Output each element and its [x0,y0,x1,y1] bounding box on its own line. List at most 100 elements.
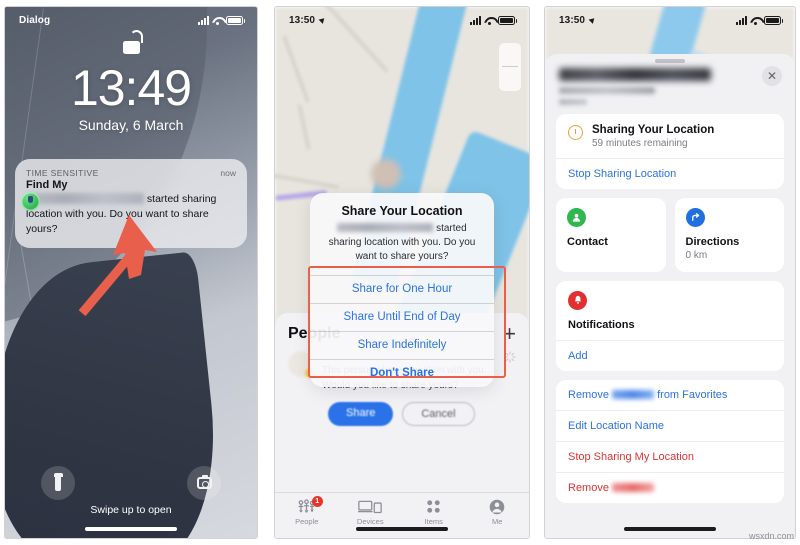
status-time: 13:50 [289,14,316,26]
carrier-label: Dialog [19,14,51,26]
camera-button[interactable] [187,466,221,500]
tab-bar: 1 People Devices Items Me [275,492,529,538]
battery-icon [764,15,783,25]
tab-me[interactable]: Me [466,498,530,526]
notifications-card: Notifications Add [556,280,784,371]
cancel-button[interactable]: Cancel [402,402,475,426]
remove-contact-button[interactable]: Remove [556,473,784,503]
directions-tile-label: Directions [685,235,740,248]
notification-timestamp: now [220,168,236,178]
tab-items[interactable]: Items [402,498,466,526]
notification-category: TIME SENSITIVE [26,168,99,178]
tab-people[interactable]: 1 People [275,496,339,526]
status-time: 13:50 [559,14,586,26]
status-bar: 13:50 [545,7,795,33]
remove-from-favorites-button[interactable]: Remove from Favorites [556,380,784,411]
map-contact-marker[interactable] [371,159,401,189]
battery-icon [226,15,245,25]
lock-date: Sunday, 6 March [78,117,184,133]
redacted-contact-address [559,86,655,94]
status-bar: Dialog [5,7,257,33]
home-indicator[interactable] [85,527,177,531]
notifications-label: Notifications [568,318,635,331]
edit-location-name-button[interactable]: Edit Location Name [556,411,784,442]
screenshot-root: Dialog 13:49 Sunday, 6 March TIME SENSIT… [0,0,800,545]
sharing-card: Sharing Your Location 59 minutes remaini… [556,113,784,189]
remove-favorites-prefix: Remove [568,388,609,401]
phone-contact-detail: 13:50 ✕ Sharing Your Location 59 minutes… [544,6,796,539]
devices-icon [358,498,383,515]
person-circle-icon [489,498,505,515]
redacted-contact-name [559,67,711,81]
map-zoom-controls[interactable] [499,43,521,91]
actions-list: Remove from Favorites Edit Location Name… [556,379,784,503]
swipe-hint: Swipe up to open [90,504,172,516]
wifi-icon [484,16,495,25]
stop-sharing-my-location-button[interactable]: Stop Sharing My Location [556,442,784,473]
contact-tile[interactable]: Contact [556,197,666,272]
annotation-rectangle [308,266,506,378]
remove-favorites-suffix: from Favorites [657,388,728,401]
redacted-contact-name [612,389,655,399]
cellular-bars-icon [736,15,747,25]
flashlight-icon [53,472,63,491]
contact-person-icon [567,207,586,227]
cellular-bars-icon [198,15,209,25]
camera-icon [196,474,212,489]
home-indicator[interactable] [356,527,448,531]
alert-title: Share Your Location [341,204,463,218]
redacted-contact-name [26,193,144,204]
items-grid-icon [426,498,441,515]
battery-icon [498,15,517,25]
tab-devices[interactable]: Devices [339,498,403,526]
contact-tile-label: Contact [567,235,608,248]
phone-findmy-alert: 13:50 People + This [274,6,530,539]
contact-actions: Share Cancel [275,393,529,426]
tab-label-me: Me [492,517,503,526]
people-badge: 1 [311,496,323,507]
alert-message: started sharing location with you. Do yo… [324,222,480,265]
find-my-icon [21,192,40,211]
contact-detail-screen: 13:50 ✕ Sharing Your Location 59 minutes… [545,7,795,538]
cellular-bars-icon [470,15,481,25]
map-road-2 [282,35,310,103]
redacted-contact-name [337,223,434,232]
watermark: wsxdn.com [748,531,794,541]
sharing-subtitle: 59 minutes remaining [592,137,688,149]
tab-label-people: People [295,517,319,526]
status-bar: 13:50 [275,7,529,33]
lock-time: 13:49 [70,60,192,116]
location-arrow-icon [588,16,597,24]
sharing-title: Sharing Your Location [592,123,715,136]
wifi-icon [212,16,223,25]
unlocked-padlock-icon [5,30,257,54]
notification-app-name: Find My [26,179,68,191]
detail-sheet: ✕ Sharing Your Location 59 minutes remai… [545,54,795,538]
redacted-contact-name [612,482,655,492]
findmy-screen: 13:50 People + This [275,7,529,538]
tab-label-devices: Devices [356,517,384,526]
timer-clock-icon [568,124,583,140]
close-x-icon[interactable]: ✕ [762,65,782,86]
tab-label-items: Items [424,517,443,526]
notification-banner[interactable]: TIME SENSITIVE now Find My started shari… [15,159,247,248]
wifi-icon [750,16,761,25]
map-road-4 [275,172,339,190]
home-indicator[interactable] [624,527,716,531]
sheet-header: ✕ [545,63,795,105]
directions-distance: 0 km [685,249,708,261]
share-button[interactable]: Share [328,402,394,426]
directions-arrow-icon [685,207,705,227]
remove-contact-prefix: Remove [568,481,609,494]
location-arrow-icon [318,16,327,24]
map-road-3 [297,104,311,150]
add-notification-button[interactable]: Add [556,339,784,371]
bell-icon [568,290,587,310]
phone-lock-screen: Dialog 13:49 Sunday, 6 March TIME SENSIT… [4,6,258,539]
flashlight-button[interactable] [41,466,75,500]
stop-sharing-location-button[interactable]: Stop Sharing Location [556,157,784,189]
lock-screen: Dialog 13:49 Sunday, 6 March TIME SENSIT… [5,7,257,538]
directions-tile[interactable]: Directions 0 km [674,197,784,272]
redacted-contact-meta [559,98,587,105]
notification-body: started sharing location with you. Do yo… [26,192,236,237]
